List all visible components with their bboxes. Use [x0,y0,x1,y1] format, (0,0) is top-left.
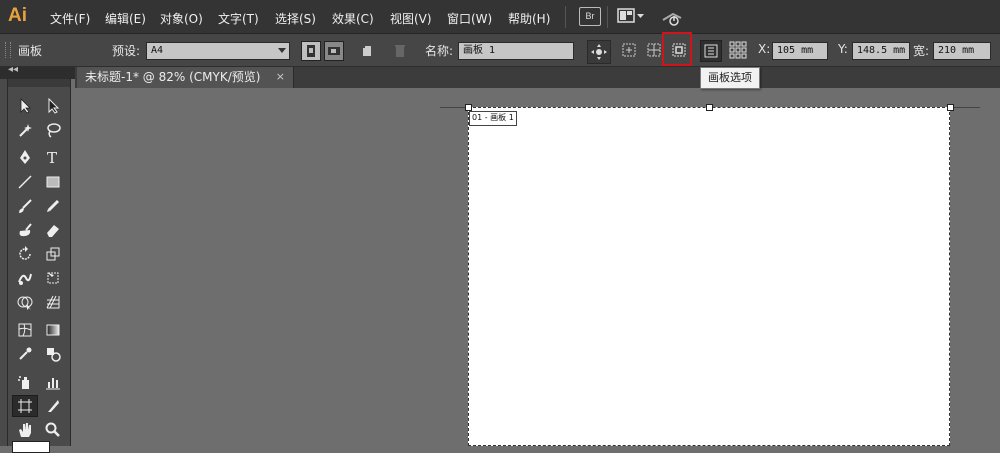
show-center-mark-icon[interactable] [620,41,638,59]
menu-edit[interactable]: 编辑(E) [105,10,146,27]
tools-panel: T [7,79,71,453]
svg-text:T: T [47,149,57,165]
type-tool-icon[interactable]: T [40,146,66,168]
column-graph-tool-icon[interactable] [40,371,66,393]
x-label: X: [758,42,771,56]
crop-mark [950,107,980,108]
grip-handle[interactable] [5,42,11,58]
menu-separator [565,6,566,28]
pencil-tool-icon[interactable] [40,195,66,217]
landscape-orientation-icon[interactable] [324,41,344,61]
highlight-box [662,32,692,66]
blob-brush-tool-icon[interactable] [12,219,38,241]
eraser-tool-icon[interactable] [40,219,66,241]
mesh-tool-icon[interactable] [12,319,38,341]
tools-grip[interactable] [8,79,70,87]
menu-effect[interactable]: 效果(C) [332,10,374,27]
free-transform-tool-icon[interactable] [40,267,66,289]
portrait-orientation-icon[interactable] [301,41,321,61]
rectangle-tool-icon[interactable] [40,171,66,193]
delete-artboard-icon[interactable] [391,42,409,60]
menu-help[interactable]: 帮助(H) [508,10,550,27]
paintbrush-tool-icon[interactable] [12,195,38,217]
zoom-tool-icon[interactable] [40,419,66,441]
chevron-down-icon [278,48,286,53]
tooltip: 画板选项 [700,67,760,89]
eyedropper-tool-icon[interactable] [12,343,38,365]
left-edge [0,79,7,446]
symbol-sprayer-tool-icon[interactable] [12,371,38,393]
menu-file[interactable]: 文件(F) [50,10,90,27]
line-tool-icon[interactable] [12,171,38,193]
artboard-label: 01 - 画板 1 [469,111,517,126]
hand-tool-icon[interactable] [12,419,38,441]
rotate-tool-icon[interactable] [12,243,38,265]
sync-settings-icon[interactable] [660,8,684,31]
warp-tool-icon[interactable] [12,267,38,289]
preset-value: A4 [151,45,164,56]
rearrange-artboards-icon[interactable] [728,40,748,60]
width-label: 宽: [913,44,930,58]
artboard-handle-top-center[interactable] [706,104,713,111]
menu-type[interactable]: 文字(T) [218,10,259,27]
menu-window[interactable]: 窗口(W) [447,10,492,27]
preset-select[interactable]: A4 [146,42,290,60]
fill-color-swatch[interactable] [12,441,50,453]
blend-tool-icon[interactable] [40,343,66,365]
direct-selection-tool-icon[interactable] [40,95,66,117]
y-label: Y: [838,42,848,56]
artboard-handle-top-right[interactable] [947,104,954,111]
menu-separator [607,6,608,28]
artboard-handle-top-left[interactable] [465,104,472,111]
perspective-grid-tool-icon[interactable] [40,291,66,313]
menu-select[interactable]: 选择(S) [275,10,316,27]
menu-bar: Ai 文件(F) 编辑(E) 对象(O) 文字(T) 选择(S) 效果(C) 视… [0,0,1000,34]
artboard-tool-label: 画板 [18,44,43,58]
bridge-button[interactable]: Br [579,7,601,26]
lasso-tool-icon[interactable] [40,119,66,141]
document-tab-bar: 未标题-1* @ 82% (CMYK/预览) × [75,67,1000,88]
artboard[interactable] [468,107,950,446]
name-label: 名称: [425,44,454,58]
show-crosshairs-icon[interactable] [645,41,663,59]
arrange-documents-icon[interactable] [617,8,645,27]
preset-label: 预设: [112,44,141,58]
app-logo: Ai [8,5,27,26]
collapse-icon[interactable]: ◂◂ [8,64,18,75]
scale-tool-icon[interactable] [40,243,66,265]
pen-tool-icon[interactable] [12,146,38,168]
document-tab-title: 未标题-1* @ 82% (CMYK/预览) [85,70,261,84]
tools-panel-header: ◂◂ [0,64,75,79]
magic-wand-tool-icon[interactable] [12,119,38,141]
close-icon[interactable]: × [276,67,285,87]
menu-view[interactable]: 视图(V) [390,10,432,27]
artboard-name-field[interactable]: 画板 1 [458,42,574,60]
gradient-tool-icon[interactable] [40,319,66,341]
x-field[interactable]: 105 mm [772,42,828,60]
move-copy-artwork-icon[interactable] [587,40,611,64]
control-bar: 画板 预设: A4 名称: 画板 1 X: 105 mm Y: 148.5 mm… [0,34,1000,67]
artboard-options-icon[interactable] [700,40,722,62]
selection-tool-icon[interactable] [12,95,38,117]
crop-mark [440,107,468,108]
artboard-tool-icon[interactable] [12,395,38,417]
menu-object[interactable]: 对象(O) [160,10,203,27]
document-tab[interactable]: 未标题-1* @ 82% (CMYK/预览) × [77,67,294,88]
shape-builder-tool-icon[interactable] [12,291,38,313]
y-field[interactable]: 148.5 mm [852,42,910,60]
width-field[interactable]: 210 mm [933,42,991,60]
new-artboard-icon[interactable] [358,42,376,60]
slice-tool-icon[interactable] [40,395,66,417]
